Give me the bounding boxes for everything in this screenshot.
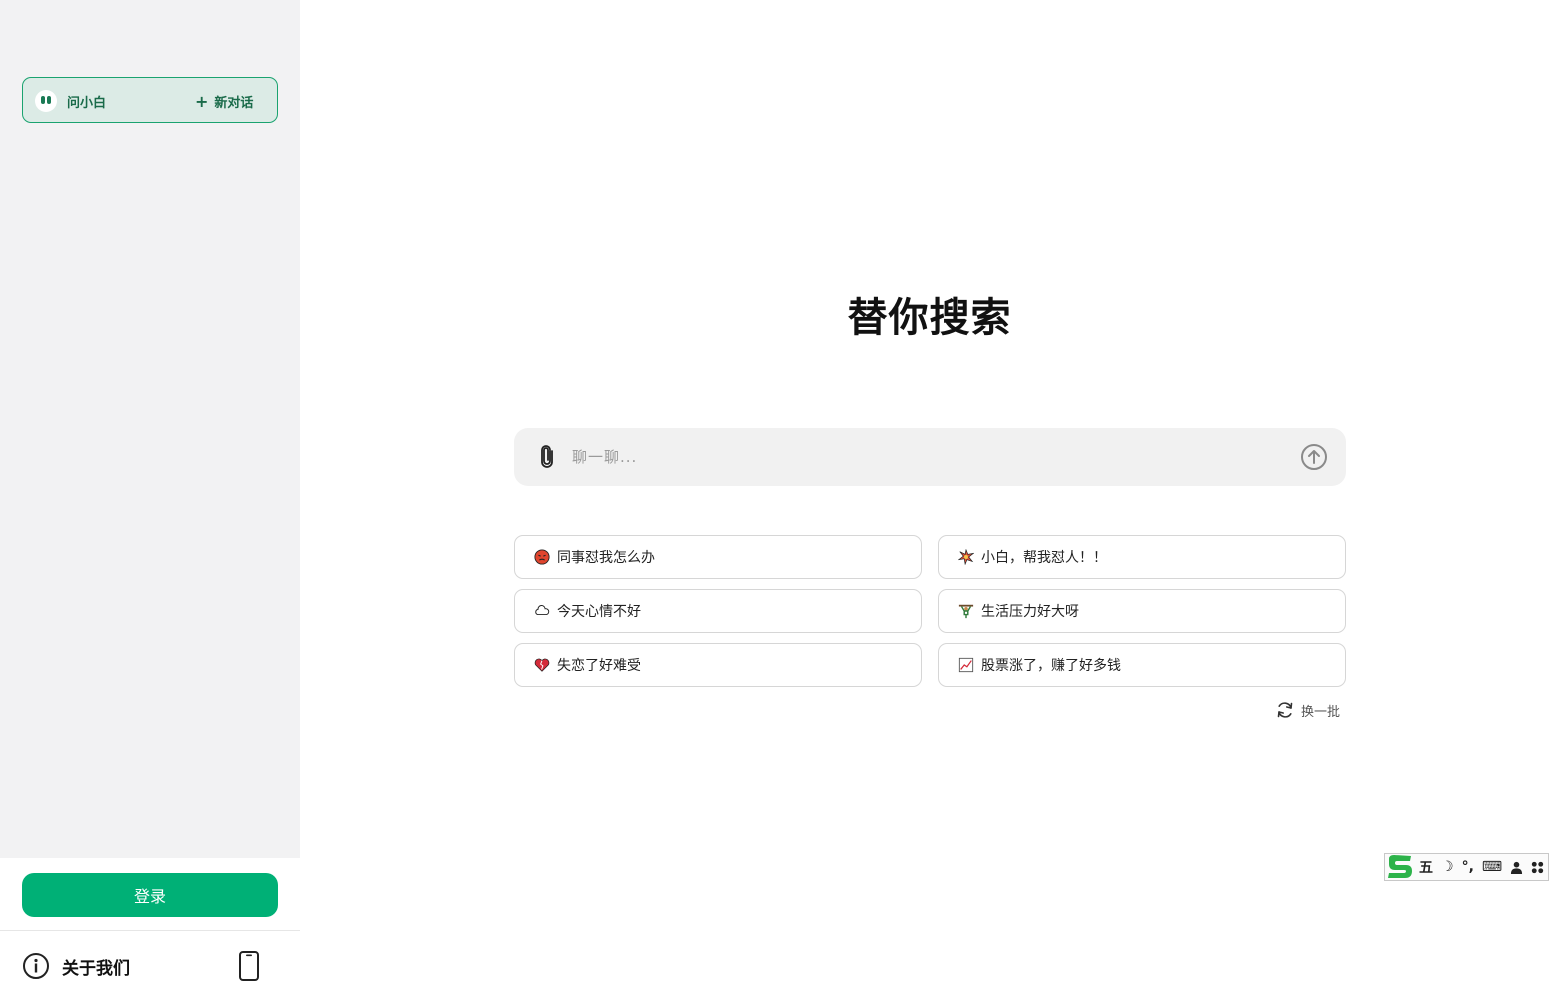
about-us-link[interactable]: 关于我们	[22, 950, 130, 982]
chart-increasing-icon	[957, 656, 975, 674]
new-chat-button[interactable]: + 新对话	[195, 86, 253, 116]
anger-symbol-icon	[957, 548, 975, 566]
divider	[0, 930, 300, 931]
suggestion-item[interactable]: 今天心情不好	[514, 589, 922, 633]
ime-toolbar: S 五 ☽ °, ⌨	[1384, 853, 1549, 881]
refresh-suggestions-button[interactable]: 换一批	[1275, 699, 1340, 721]
app-root: 问小白 + 新对话 登录 关于我们 替你搜索 聊一聊... 同事怼我怎么办 小白…	[0, 0, 1559, 1001]
sidebar: 问小白 + 新对话 登录 关于我们	[0, 0, 300, 1001]
user-icon[interactable]	[1506, 853, 1527, 881]
current-chat-label: 问小白	[67, 96, 107, 111]
current-chat-pill[interactable]: 问小白 + 新对话	[22, 77, 278, 123]
broken-heart-icon	[533, 656, 551, 674]
about-us-label: 关于我们	[62, 958, 130, 979]
weight-lifter-icon	[957, 602, 975, 620]
suggestion-item[interactable]: 小白，帮我怼人！！	[938, 535, 1346, 579]
chat-input-box	[514, 428, 1346, 486]
attachment-paperclip-icon[interactable]	[538, 445, 556, 469]
main-area: 替你搜索 同事怼我怎么办 小白，帮	[300, 0, 1559, 1001]
send-arrow-up-icon[interactable]	[1300, 443, 1328, 471]
login-button[interactable]: 登录	[22, 873, 278, 917]
new-chat-label: 新对话	[214, 95, 254, 111]
sidebar-footer: 登录 关于我们	[0, 858, 300, 1001]
cloud-icon	[533, 602, 551, 620]
keyboard-icon[interactable]: ⌨	[1478, 853, 1506, 881]
page-title: 替你搜索	[847, 295, 1012, 341]
refresh-label: 换一批	[1301, 704, 1341, 720]
chat-input-field[interactable]	[572, 442, 1272, 472]
sogou-logo-icon[interactable]: S	[1385, 853, 1415, 881]
angry-face-icon	[533, 548, 551, 566]
suggestion-item[interactable]: 股票涨了，赚了好多钱	[938, 643, 1346, 687]
moon-icon[interactable]: ☽	[1437, 853, 1458, 881]
suggestion-item[interactable]: 同事怼我怎么办	[514, 535, 922, 579]
info-icon	[23, 953, 49, 979]
ime-mode-toggle[interactable]: 五	[1415, 853, 1437, 881]
mobile-phone-icon[interactable]	[238, 951, 260, 981]
punctuation-icon[interactable]: °,	[1458, 853, 1478, 881]
bot-avatar-icon	[35, 90, 57, 112]
refresh-icon	[1277, 702, 1293, 718]
grid-menu-icon[interactable]	[1527, 853, 1548, 881]
plus-icon: +	[195, 91, 209, 111]
suggestion-item[interactable]: 失恋了好难受	[514, 643, 922, 687]
suggestion-item[interactable]: 生活压力好大呀	[938, 589, 1346, 633]
